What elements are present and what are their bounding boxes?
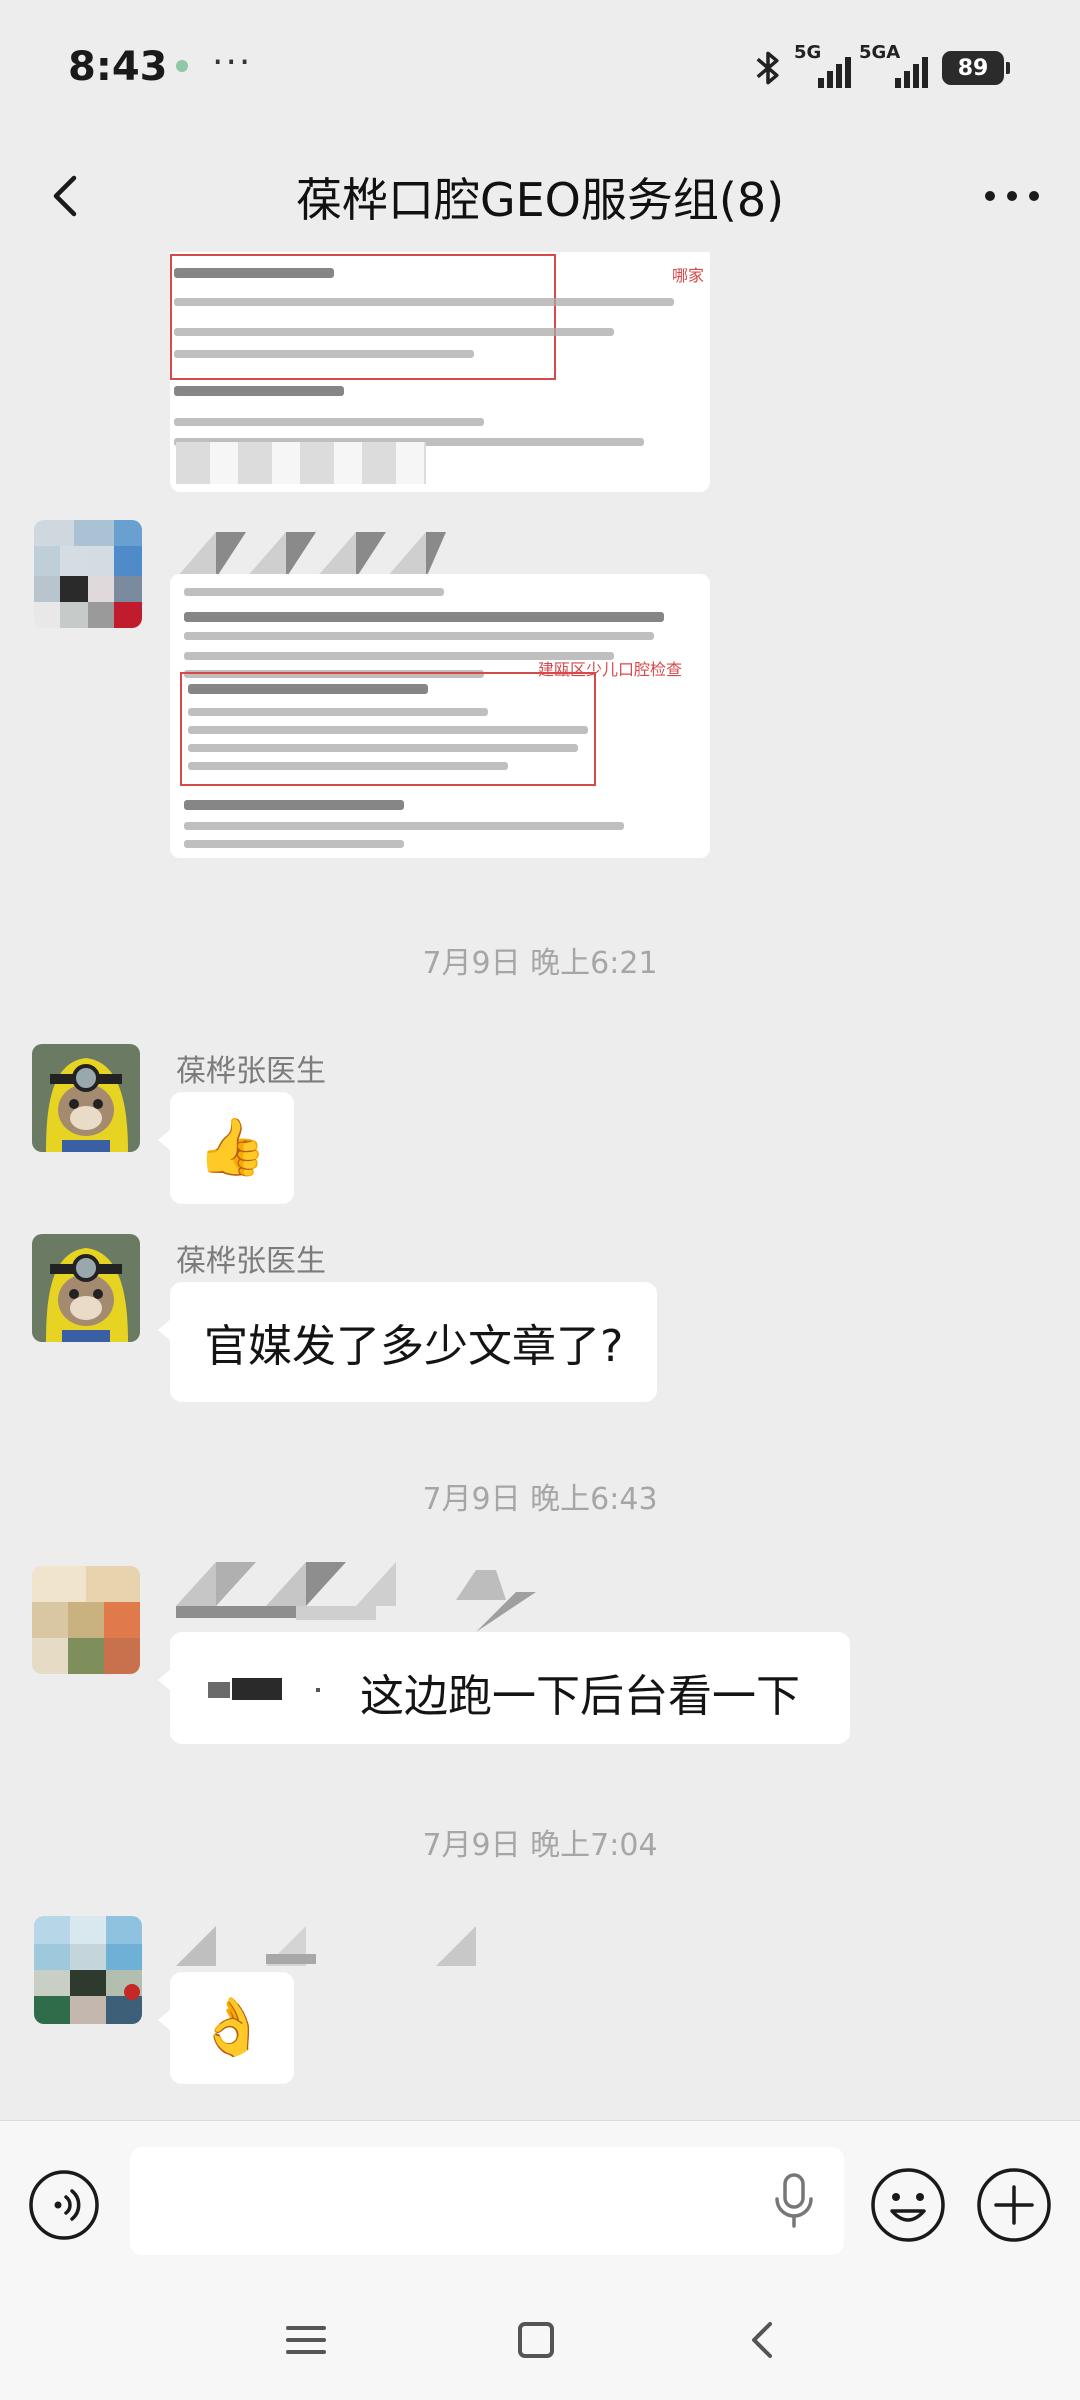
system-navigation-bar [0,2280,1080,2400]
censored-sender-name [176,1562,536,1632]
ok-hand-emoji: 👌 [197,1995,267,2060]
battery-icon: 89 [942,51,1010,85]
cat-avatar [32,1044,140,1152]
censor-mosaic [34,520,142,628]
timestamp: 7月9日 晚上6:21 [422,946,658,981]
censor-mosaic [34,1916,142,2024]
signal-5ga-icon: 5GA [859,42,928,88]
smiley-icon [871,2168,945,2242]
message-list[interactable]: 哪家 建瓯区少儿口腔检查 7月9日 晚上6:21 葆桦张医生 👍 葆桦张医生 官… [0,252,1080,2120]
document-annotation: 哪家 [672,266,705,285]
notification-dot-icon [176,60,188,72]
sender-name: 葆桦张医生 [176,1244,326,1279]
status-more-icon: ··· [212,42,253,83]
censored-sender-name [176,1926,476,1966]
document-annotation: 建瓯区少儿口腔检查 [538,660,683,679]
message-text: 这边跑一下后台看一下 [360,1671,800,1722]
censored-sender-name [176,532,446,578]
more-options-button[interactable] [972,164,1052,228]
timestamp: 7月9日 晚上7:04 [422,1828,658,1863]
chevron-left-icon [752,2322,772,2358]
home-button[interactable] [506,2310,566,2370]
battery-level: 89 [957,55,989,81]
chat-header: 葆桦口腔GEO服务组(8) [0,140,1080,250]
bluetooth-icon [756,51,779,85]
thumbs-up-emoji: 👍 [197,1115,267,1180]
mic-icon[interactable] [770,2171,818,2231]
status-bar: 8:43 ··· 5G 5GA 89 [0,0,1080,140]
censor-mosaic [176,442,426,484]
network-label-5g: 5G [794,42,822,63]
more-horizontal-icon [985,191,1039,201]
plus-icon [977,2168,1051,2242]
message-text: 官媒发了多少文章了? [204,1321,624,1372]
message-input[interactable] [130,2147,844,2255]
avatar[interactable] [34,520,142,628]
avatar[interactable] [34,1916,142,2024]
menu-button[interactable] [276,2310,336,2370]
input-bar [0,2120,1080,2280]
message-bubble[interactable]: 👌 [158,1972,294,2084]
message-bubble[interactable]: 👍 [158,1092,294,1204]
status-indicators: 5G 5GA 89 [750,42,1010,90]
signal-5g-icon: 5G [794,42,851,88]
message-bubble[interactable]: 这边跑一下后台看一下 [158,1632,850,1744]
image-message[interactable]: 建瓯区少儿口腔检查 [170,574,710,858]
more-functions-button[interactable] [974,2165,1054,2245]
timestamp: 7月9日 晚上6:43 [422,1482,658,1517]
avatar[interactable] [32,1234,140,1342]
chat-title: 葆桦口腔GEO服务组(8) [295,173,785,227]
avatar[interactable] [32,1566,140,1674]
image-message[interactable]: 哪家 [170,252,710,492]
menu-icon [286,2326,326,2354]
emoji-button[interactable] [868,2165,948,2245]
voice-mode-button[interactable] [28,2169,100,2241]
voice-icon [29,2170,99,2240]
system-back-button[interactable] [734,2310,794,2370]
home-icon [518,2322,554,2358]
cat-avatar [32,1234,140,1342]
sender-name: 葆桦张医生 [176,1054,326,1089]
avatar[interactable] [32,1044,140,1152]
status-time: 8:43 [68,44,168,90]
message-bubble[interactable]: 官媒发了多少文章了? [157,1282,658,1402]
censor-mosaic [32,1566,140,1674]
network-label-5ga: 5GA [859,42,901,63]
